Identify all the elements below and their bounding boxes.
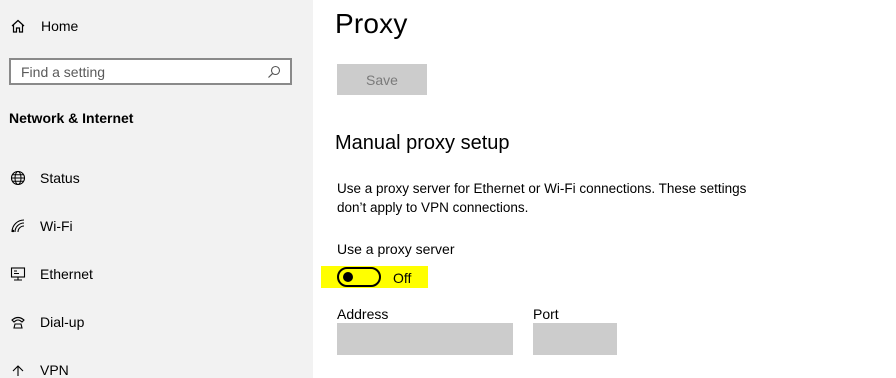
save-button[interactable]: Save [337, 64, 427, 95]
sidebar-item-ethernet[interactable]: Ethernet [9, 262, 299, 286]
sidebar-item-label: VPN [40, 362, 69, 378]
settings-window: Home Network & Internet Status Wi-Fi [0, 0, 896, 378]
vpn-icon [9, 361, 27, 378]
use-proxy-toggle[interactable] [337, 267, 381, 287]
address-field[interactable] [337, 323, 513, 355]
port-field[interactable] [533, 323, 617, 355]
sidebar-item-label: Dial-up [40, 314, 85, 330]
page-title: Proxy [335, 8, 408, 39]
ethernet-icon [9, 265, 27, 283]
sidebar-item-label: Ethernet [40, 266, 93, 282]
toggle-knob [343, 272, 353, 282]
sidebar-item-vpn[interactable]: VPN [9, 358, 299, 378]
home-nav-item[interactable]: Home [9, 14, 78, 38]
use-proxy-label: Use a proxy server [337, 241, 455, 257]
search-icon[interactable] [266, 64, 282, 80]
home-icon [9, 17, 27, 35]
proxy-description: Use a proxy server for Ethernet or Wi-Fi… [337, 181, 747, 215]
dialup-icon [9, 313, 27, 331]
search-input[interactable] [21, 63, 266, 80]
section-heading: Network & Internet [9, 110, 134, 126]
toggle-state-text: Off [393, 270, 412, 286]
main-content: Proxy Save Manual proxy setup Use a prox… [313, 0, 896, 378]
address-label: Address [337, 306, 389, 322]
sidebar-item-dialup[interactable]: Dial-up [9, 310, 299, 334]
port-label: Port [533, 306, 559, 322]
sidebar-item-label: Status [40, 170, 80, 186]
sidebar: Home Network & Internet Status Wi-Fi [0, 0, 313, 378]
wifi-icon [9, 217, 27, 235]
globe-icon [9, 169, 27, 187]
sidebar-item-status[interactable]: Status [9, 166, 299, 190]
manual-proxy-heading: Manual proxy setup [335, 132, 510, 154]
search-box[interactable] [9, 58, 292, 85]
sidebar-item-wifi[interactable]: Wi-Fi [9, 214, 299, 238]
sidebar-item-label: Wi-Fi [40, 218, 73, 234]
home-label: Home [41, 18, 79, 34]
